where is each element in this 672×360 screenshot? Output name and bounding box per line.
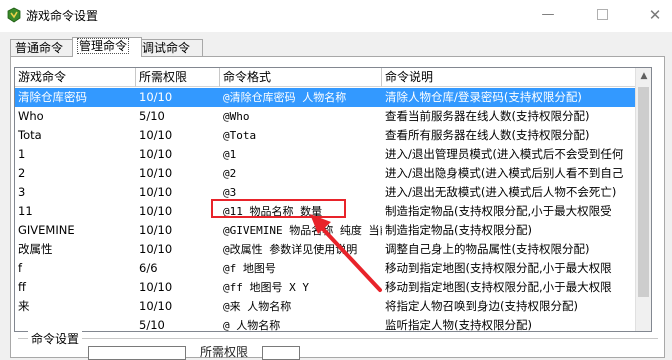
permission-input[interactable]	[262, 346, 300, 360]
close-button[interactable]: ✕	[645, 6, 665, 24]
tab-admin-commands[interactable]: 管理命令	[72, 37, 142, 57]
table-row[interactable]: Who 5/10 @Who 查看当前服务器在线人数(支持权限分配)	[15, 107, 635, 126]
table-row[interactable]: 5/10 @ 人物名称 监听指定人物(支持权限分配)	[15, 316, 635, 332]
scroll-up-arrow-icon[interactable]: ▲	[636, 68, 651, 85]
column-header-description[interactable]: 命令说明	[382, 68, 635, 87]
cell-format: @ff 地图号 X Y	[223, 281, 309, 294]
cell-command: 1	[18, 147, 26, 161]
cell-format: @GIVEMINE 物品名称 纯度 当前	[223, 224, 382, 237]
cell-format: @来 人物名称	[223, 300, 292, 313]
cell-command: 11	[18, 204, 33, 218]
cell-command: 清除仓库密码	[18, 90, 87, 104]
cell-permission: 5/10	[139, 109, 165, 123]
title-bar: 游戏命令设置 — ✕	[0, 0, 672, 32]
cell-permission: 10/10	[139, 204, 173, 218]
table-row[interactable]: ff 10/10 @ff 地图号 X Y 移动到指定地图(支持权限分配,小于最大…	[15, 278, 635, 297]
cell-permission: 10/10	[139, 280, 173, 294]
cell-description: 制造指定物品(支持权限分配)	[385, 223, 532, 237]
command-name-input[interactable]	[88, 346, 186, 360]
cell-command: 来	[18, 299, 30, 313]
cell-format: @f 地图号	[223, 262, 276, 275]
permission-label: 所需权限	[200, 345, 249, 359]
table-row[interactable]: GIVEMINE 10/10 @GIVEMINE 物品名称 纯度 当前 制造指定…	[15, 221, 635, 240]
minimize-button[interactable]: —	[538, 6, 558, 24]
cell-format: @ 人物名称	[223, 319, 281, 332]
command-settings-title: 命令设置	[28, 330, 83, 347]
cell-command: GIVEMINE	[18, 223, 75, 237]
cell-description: 将指定人物召唤到身边(支持权限分配)	[385, 299, 578, 313]
cell-command: f	[18, 261, 23, 275]
cell-description: 移动到指定地图(支持权限分配,小于最大权限	[385, 261, 612, 275]
cell-permission: 5/10	[139, 318, 165, 332]
cell-command: Tota	[18, 128, 42, 142]
cell-command: 3	[18, 185, 26, 199]
cell-description: 监听指定人物(支持权限分配)	[385, 318, 532, 332]
cell-description: 制造指定物品(支持权限分配,小于最大权限受	[385, 204, 612, 218]
cell-description: 调整自己身上的物品属性(支持权限分配)	[385, 242, 590, 256]
maximize-icon	[596, 9, 608, 20]
cell-format: @Tota	[223, 129, 257, 142]
cell-permission: 6/6	[139, 261, 158, 275]
window-title: 游戏命令设置	[26, 9, 99, 23]
maximize-button[interactable]	[592, 6, 612, 24]
table-row[interactable]: Tota 10/10 @Tota 查看所有服务器在线人数(支持权限分配)	[15, 126, 635, 145]
table-row[interactable]: f 6/6 @f 地图号 移动到指定地图(支持权限分配,小于最大权限	[15, 259, 635, 278]
cell-format: @1	[223, 148, 237, 161]
cell-command: 2	[18, 166, 26, 180]
cell-command: ff	[18, 280, 26, 294]
tab-debug-commands[interactable]: 调试命令	[137, 39, 203, 57]
cell-format: @清除仓库密码 人物名称	[223, 91, 347, 104]
table-row[interactable]: 来 10/10 @来 人物名称 将指定人物召唤到身边(支持权限分配)	[15, 297, 635, 316]
cell-permission: 10/10	[139, 242, 173, 256]
vertical-scrollbar[interactable]: ▲	[635, 68, 651, 331]
cell-permission: 10/10	[139, 90, 173, 104]
table-row[interactable]: 清除仓库密码 10/10 @清除仓库密码 人物名称 清除人物仓库/登录密码(支持…	[15, 88, 635, 107]
cell-permission: 10/10	[139, 166, 173, 180]
cell-format: @改属性 参数详见使用说明	[223, 243, 358, 256]
cell-permission: 10/10	[139, 185, 173, 199]
app-icon	[7, 7, 21, 23]
cell-command: Who	[18, 109, 44, 123]
column-header-command[interactable]: 游戏命令	[15, 68, 136, 87]
annotation-highlight-box	[211, 199, 346, 218]
cell-permission: 10/10	[139, 299, 173, 313]
cell-description: 移动到指定地图(支持权限分配,小于最大权限	[385, 280, 612, 294]
column-header-permission[interactable]: 所需权限	[136, 68, 220, 87]
cell-command: 改属性	[18, 242, 53, 256]
cell-description: 查看当前服务器在线人数(支持权限分配)	[385, 109, 590, 123]
cell-permission: 10/10	[139, 223, 173, 237]
column-header-format[interactable]: 命令格式	[220, 68, 382, 87]
cell-permission: 10/10	[139, 147, 173, 161]
cell-description: 进入/退出隐身模式(进入模式后别人看不到自己	[385, 166, 624, 180]
cell-permission: 10/10	[139, 128, 173, 142]
grid-header: 游戏命令 所需权限 命令格式 命令说明	[15, 68, 635, 87]
scrollbar-thumb[interactable]	[638, 87, 649, 297]
cell-format: @Who	[223, 110, 250, 123]
cell-description: 查看所有服务器在线人数(支持权限分配)	[385, 128, 590, 142]
cell-description: 进入/退出无敌模式(进入模式后人物不会死亡)	[385, 185, 617, 199]
table-row[interactable]: 2 10/10 @2 进入/退出隐身模式(进入模式后别人看不到自己	[15, 164, 635, 183]
table-row[interactable]: 1 10/10 @1 进入/退出管理员模式(进入模式后不会受到任何	[15, 145, 635, 164]
cell-description: 进入/退出管理员模式(进入模式后不会受到任何	[385, 147, 624, 161]
tab-normal-commands[interactable]: 普通命令	[10, 39, 76, 57]
cell-description: 清除人物仓库/登录密码(支持权限分配)	[385, 90, 582, 104]
table-row[interactable]: 改属性 10/10 @改属性 参数详见使用说明 调整自己身上的物品属性(支持权限…	[15, 240, 635, 259]
cell-format: @2	[223, 167, 237, 180]
